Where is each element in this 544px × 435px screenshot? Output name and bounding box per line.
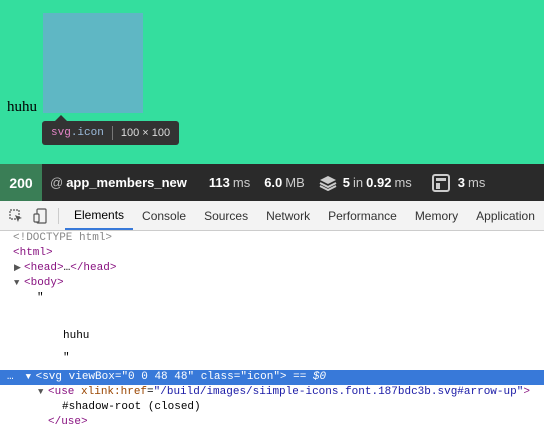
collapse-triangle-icon[interactable]: ▼: [14, 276, 24, 291]
svg-attr-class-value: "icon": [240, 371, 280, 383]
tab-elements[interactable]: Elements: [65, 201, 134, 230]
text-quote-close: ": [63, 352, 70, 364]
route-at: @: [50, 175, 64, 190]
svg-attr-viewbox-name: viewBox: [68, 371, 115, 383]
symfony-debug-toolbar: 200 @ app_members_new 113 ms 6.0 MB 5 in 0.92…: [0, 164, 544, 201]
dom-html[interactable]: <html>: [0, 246, 544, 261]
svg-row-ellipsis: …: [7, 371, 14, 383]
body-open-tag: <body>: [24, 277, 64, 289]
database-layers-icon: [319, 175, 337, 191]
tab-network[interactable]: Network: [257, 201, 319, 230]
svg-attr-class-name: class: [200, 371, 234, 383]
head-close-tag: </head>: [70, 262, 117, 274]
time-unit: ms: [232, 175, 251, 190]
page-text-huhu: huhu: [7, 99, 37, 115]
queries-time: 0.92: [366, 175, 392, 190]
tooltip-size: 100 × 100: [120, 127, 171, 139]
svg-collapse-triangle-icon[interactable]: ▼: [26, 370, 36, 385]
memory-metric[interactable]: 6.0 MB: [264, 175, 305, 190]
dom-text-node[interactable]: huhu: [0, 329, 544, 344]
doctype-text: <!DOCTYPE html>: [13, 232, 113, 244]
svg-icon-highlight[interactable]: [43, 13, 143, 113]
tab-application[interactable]: Application: [467, 201, 544, 230]
toolbar-divider: [58, 207, 59, 224]
use-open-tag: <use: [48, 386, 75, 398]
dom-text-quote-close[interactable]: ": [0, 351, 544, 366]
head-open-tag: <head>: [24, 262, 64, 274]
dom-body[interactable]: ▼ <body>: [0, 276, 544, 291]
database-metric[interactable]: 5 in 0.92 ms: [319, 175, 412, 191]
render-metric[interactable]: 3 ms: [431, 173, 486, 192]
status-code-badge[interactable]: 200: [0, 164, 42, 201]
expand-triangle-icon[interactable]: ▶: [14, 261, 24, 276]
use-close-tag: </use>: [48, 416, 88, 428]
render-unit: ms: [468, 175, 486, 190]
tab-sources[interactable]: Sources: [195, 201, 257, 230]
svg-open-tag: <svg: [35, 371, 63, 383]
dom-shadow-root[interactable]: #shadow-root (closed): [0, 400, 544, 415]
html-tag: <html>: [13, 247, 53, 259]
tab-memory[interactable]: Memory: [406, 201, 467, 230]
use-attr-value: "/build/images/siimple-icons.font.187bdc…: [153, 386, 524, 398]
queries-count: 5: [342, 175, 351, 190]
dom-svg-selected[interactable]: … ▼ <svg viewBox="0 0 48 48" class="icon">…: [0, 370, 544, 385]
tab-performance[interactable]: Performance: [319, 201, 406, 230]
queries-in: in: [353, 175, 364, 190]
template-icon: [431, 173, 450, 192]
memory-value: 6.0: [264, 175, 283, 190]
route-label: app_members_new: [66, 175, 187, 190]
inspect-tooltip: svg .icon 100 × 100: [42, 121, 180, 145]
text-quote-open: ": [37, 292, 44, 304]
tooltip-class: .icon: [70, 127, 104, 139]
use-close-bracket: >: [523, 386, 530, 398]
time-value: 113: [208, 175, 230, 190]
device-toolbar-icon[interactable]: [32, 207, 48, 224]
dom-use-close[interactable]: </use>: [0, 415, 544, 430]
text-node-huhu: huhu: [63, 330, 90, 342]
render-value: 3: [457, 175, 466, 190]
inspect-element-icon[interactable]: [8, 208, 24, 224]
tab-console[interactable]: Console: [133, 201, 195, 230]
dom-head[interactable]: ▶ <head>…</head>: [0, 261, 544, 276]
tooltip-divider: [111, 126, 113, 140]
time-metric[interactable]: 113 ms: [209, 175, 250, 190]
shadow-root-text: #shadow-root (closed): [62, 401, 201, 413]
dom-use[interactable]: ▼ <use xlink:href="/build/images/siimple-…: [0, 385, 544, 400]
svg-close-bracket: >: [279, 371, 287, 383]
use-collapse-triangle-icon[interactable]: ▼: [38, 385, 48, 400]
svg-attr-viewbox-value: "0 0 48 48": [121, 371, 195, 383]
svg-dollar-ref: == $0: [286, 371, 327, 383]
route-name[interactable]: @ app_members_new: [50, 175, 187, 190]
use-attr-name: xlink:href: [81, 386, 148, 398]
tooltip-tag: svg: [51, 127, 71, 139]
devtools-tabbar: Elements Console Sources Network Perform…: [0, 201, 544, 231]
elements-dom-tree: <!DOCTYPE html> <html> ▶ <head>…</head> ▼…: [0, 231, 544, 435]
rendered-page: huhu svg .icon 100 × 100: [0, 0, 544, 164]
memory-unit: MB: [285, 175, 305, 190]
dom-doctype[interactable]: <!DOCTYPE html>: [0, 231, 544, 246]
queries-unit: ms: [394, 175, 412, 190]
dom-text-quote-open[interactable]: ": [0, 291, 544, 306]
